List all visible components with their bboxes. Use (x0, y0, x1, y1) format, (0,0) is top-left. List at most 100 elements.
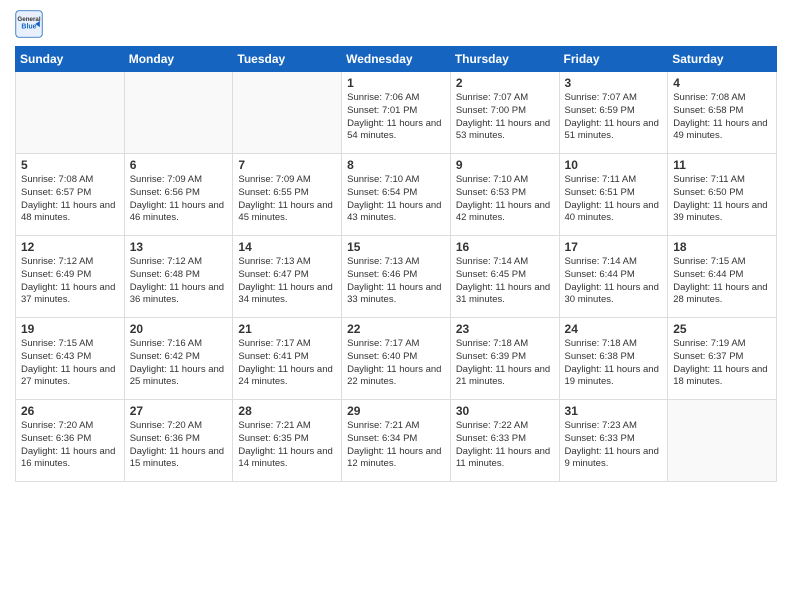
day-number: 29 (347, 404, 445, 418)
day-number: 2 (456, 76, 554, 90)
day-info: Sunrise: 7:08 AM Sunset: 6:58 PM Dayligh… (673, 92, 771, 143)
calendar-cell: 14 Sunrise: 7:13 AM Sunset: 6:47 PM Dayli… (233, 236, 342, 318)
day-number: 20 (130, 322, 228, 336)
calendar-cell: 21 Sunrise: 7:17 AM Sunset: 6:41 PM Dayli… (233, 318, 342, 400)
day-info: Sunrise: 7:14 AM Sunset: 6:45 PM Dayligh… (456, 256, 554, 307)
day-number: 23 (456, 322, 554, 336)
day-number: 14 (238, 240, 336, 254)
weekday-header-row: SundayMondayTuesdayWednesdayThursdayFrid… (16, 47, 777, 72)
day-number: 3 (565, 76, 663, 90)
day-info: Sunrise: 7:12 AM Sunset: 6:48 PM Dayligh… (130, 256, 228, 307)
day-number: 22 (347, 322, 445, 336)
weekday-header-thursday: Thursday (450, 47, 559, 72)
calendar-cell (16, 72, 125, 154)
calendar-cell: 9 Sunrise: 7:10 AM Sunset: 6:53 PM Daylig… (450, 154, 559, 236)
calendar-cell: 22 Sunrise: 7:17 AM Sunset: 6:40 PM Dayli… (342, 318, 451, 400)
calendar-cell: 8 Sunrise: 7:10 AM Sunset: 6:54 PM Daylig… (342, 154, 451, 236)
day-info: Sunrise: 7:20 AM Sunset: 6:36 PM Dayligh… (130, 420, 228, 471)
calendar-cell: 28Sunrise: 7:21 AM Sunset: 6:35 PM Dayli… (233, 400, 342, 482)
weekday-header-friday: Friday (559, 47, 668, 72)
day-number: 9 (456, 158, 554, 172)
day-number: 8 (347, 158, 445, 172)
day-info: Sunrise: 7:18 AM Sunset: 6:39 PM Dayligh… (456, 338, 554, 389)
day-info: Sunrise: 7:15 AM Sunset: 6:44 PM Dayligh… (673, 256, 771, 307)
calendar-cell: 17 Sunrise: 7:14 AM Sunset: 6:44 PM Dayli… (559, 236, 668, 318)
day-info: Sunrise: 7:09 AM Sunset: 6:56 PM Dayligh… (130, 174, 228, 225)
day-info: Sunrise: 7:19 AM Sunset: 6:37 PM Dayligh… (673, 338, 771, 389)
calendar-cell: 6Sunrise: 7:09 AM Sunset: 6:56 PM Daylig… (124, 154, 233, 236)
day-info: Sunrise: 7:21 AM Sunset: 6:35 PM Dayligh… (238, 420, 336, 471)
calendar-cell (124, 72, 233, 154)
day-info: Sunrise: 7:12 AM Sunset: 6:49 PM Dayligh… (21, 256, 119, 307)
day-number: 18 (673, 240, 771, 254)
week-row-3: 19Sunrise: 7:15 AM Sunset: 6:43 PM Dayli… (16, 318, 777, 400)
calendar-cell: 10Sunrise: 7:11 AM Sunset: 6:51 PM Dayli… (559, 154, 668, 236)
calendar-cell: 30 Sunrise: 7:22 AM Sunset: 6:33 PM Dayli… (450, 400, 559, 482)
calendar-cell: 25 Sunrise: 7:19 AM Sunset: 6:37 PM Dayli… (668, 318, 777, 400)
day-info: Sunrise: 7:14 AM Sunset: 6:44 PM Dayligh… (565, 256, 663, 307)
weekday-header-wednesday: Wednesday (342, 47, 451, 72)
day-info: Sunrise: 7:11 AM Sunset: 6:51 PM Dayligh… (565, 174, 663, 225)
week-row-1: 5 Sunrise: 7:08 AM Sunset: 6:57 PM Daylig… (16, 154, 777, 236)
day-number: 12 (21, 240, 119, 254)
week-row-0: 1 Sunrise: 7:06 AM Sunset: 7:01 PM Daylig… (16, 72, 777, 154)
calendar-cell (668, 400, 777, 482)
day-number: 26 (21, 404, 119, 418)
calendar-cell: 3Sunrise: 7:07 AM Sunset: 6:59 PM Daylig… (559, 72, 668, 154)
weekday-header-saturday: Saturday (668, 47, 777, 72)
day-number: 4 (673, 76, 771, 90)
day-number: 31 (565, 404, 663, 418)
calendar-cell: 31 Sunrise: 7:23 AM Sunset: 6:33 PM Dayli… (559, 400, 668, 482)
logo-icon: General Blue (15, 10, 43, 38)
day-info: Sunrise: 7:17 AM Sunset: 6:41 PM Dayligh… (238, 338, 336, 389)
day-number: 11 (673, 158, 771, 172)
calendar-cell: 19Sunrise: 7:15 AM Sunset: 6:43 PM Dayli… (16, 318, 125, 400)
day-info: Sunrise: 7:08 AM Sunset: 6:57 PM Dayligh… (21, 174, 119, 225)
calendar-cell: 18 Sunrise: 7:15 AM Sunset: 6:44 PM Dayli… (668, 236, 777, 318)
calendar-cell: 29Sunrise: 7:21 AM Sunset: 6:34 PM Dayli… (342, 400, 451, 482)
day-number: 1 (347, 76, 445, 90)
day-number: 16 (456, 240, 554, 254)
day-info: Sunrise: 7:06 AM Sunset: 7:01 PM Dayligh… (347, 92, 445, 143)
calendar-cell: 7 Sunrise: 7:09 AM Sunset: 6:55 PM Daylig… (233, 154, 342, 236)
calendar: SundayMondayTuesdayWednesdayThursdayFrid… (15, 46, 777, 482)
day-info: Sunrise: 7:11 AM Sunset: 6:50 PM Dayligh… (673, 174, 771, 225)
svg-text:General: General (17, 16, 40, 23)
day-number: 17 (565, 240, 663, 254)
day-number: 19 (21, 322, 119, 336)
day-number: 13 (130, 240, 228, 254)
weekday-header-sunday: Sunday (16, 47, 125, 72)
week-row-2: 12 Sunrise: 7:12 AM Sunset: 6:49 PM Dayli… (16, 236, 777, 318)
day-number: 7 (238, 158, 336, 172)
day-info: Sunrise: 7:20 AM Sunset: 6:36 PM Dayligh… (21, 420, 119, 471)
calendar-cell: 15 Sunrise: 7:13 AM Sunset: 6:46 PM Dayli… (342, 236, 451, 318)
page: General Blue SundayMondayTuesdayWednesda… (0, 0, 792, 612)
weekday-header-monday: Monday (124, 47, 233, 72)
calendar-cell: 26 Sunrise: 7:20 AM Sunset: 6:36 PM Dayli… (16, 400, 125, 482)
calendar-cell (233, 72, 342, 154)
calendar-cell: 24Sunrise: 7:18 AM Sunset: 6:38 PM Dayli… (559, 318, 668, 400)
day-info: Sunrise: 7:22 AM Sunset: 6:33 PM Dayligh… (456, 420, 554, 471)
calendar-cell: 20Sunrise: 7:16 AM Sunset: 6:42 PM Dayli… (124, 318, 233, 400)
day-number: 21 (238, 322, 336, 336)
calendar-cell: 4 Sunrise: 7:08 AM Sunset: 6:58 PM Daylig… (668, 72, 777, 154)
day-info: Sunrise: 7:13 AM Sunset: 6:47 PM Dayligh… (238, 256, 336, 307)
calendar-cell: 2 Sunrise: 7:07 AM Sunset: 7:00 PM Daylig… (450, 72, 559, 154)
day-number: 25 (673, 322, 771, 336)
day-number: 15 (347, 240, 445, 254)
day-info: Sunrise: 7:07 AM Sunset: 7:00 PM Dayligh… (456, 92, 554, 143)
day-info: Sunrise: 7:10 AM Sunset: 6:54 PM Dayligh… (347, 174, 445, 225)
calendar-cell: 11 Sunrise: 7:11 AM Sunset: 6:50 PM Dayli… (668, 154, 777, 236)
day-number: 5 (21, 158, 119, 172)
day-info: Sunrise: 7:13 AM Sunset: 6:46 PM Dayligh… (347, 256, 445, 307)
logo: General Blue (15, 10, 47, 38)
day-number: 24 (565, 322, 663, 336)
day-info: Sunrise: 7:10 AM Sunset: 6:53 PM Dayligh… (456, 174, 554, 225)
calendar-cell: 23 Sunrise: 7:18 AM Sunset: 6:39 PM Dayli… (450, 318, 559, 400)
day-info: Sunrise: 7:17 AM Sunset: 6:40 PM Dayligh… (347, 338, 445, 389)
day-info: Sunrise: 7:23 AM Sunset: 6:33 PM Dayligh… (565, 420, 663, 471)
day-number: 30 (456, 404, 554, 418)
day-info: Sunrise: 7:09 AM Sunset: 6:55 PM Dayligh… (238, 174, 336, 225)
svg-text:Blue: Blue (21, 24, 36, 31)
weekday-header-tuesday: Tuesday (233, 47, 342, 72)
